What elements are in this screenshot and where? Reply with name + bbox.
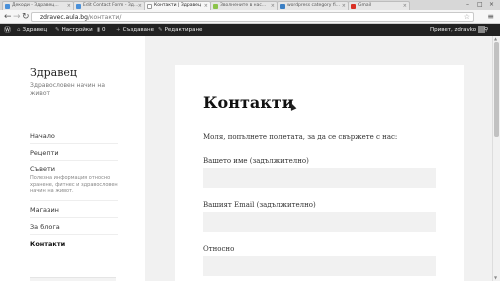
admin-bar-customize-label: Настройки <box>61 27 93 33</box>
star-icon[interactable]: ☆ <box>464 13 470 21</box>
maximize-icon[interactable]: □ <box>477 1 483 8</box>
browser-tab[interactable]: Декоди - Здравец... × <box>2 1 74 10</box>
site-favicon-icon <box>76 3 81 9</box>
site-title[interactable]: Здравец <box>30 66 77 79</box>
gmail-favicon-icon <box>351 3 356 9</box>
admin-bar-edit[interactable]: ✎ Редактиране <box>158 24 202 36</box>
site-favicon-icon <box>5 3 10 9</box>
admin-bar-account[interactable]: Привет, zdravko <box>430 24 486 36</box>
email-field-label: Вашият Email (задължително) <box>203 201 316 209</box>
plus-icon: + <box>116 27 121 33</box>
admin-bar-site[interactable]: ⌂ Здравец <box>17 24 47 36</box>
browser-tab-active[interactable]: Контакти | Здравец × <box>144 1 211 10</box>
comment-icon: ▮ <box>97 27 101 33</box>
tab-label: Edit Contact Form - Зд... <box>83 3 139 8</box>
tab-label: Контакти | Здравец <box>154 3 202 8</box>
scroll-up-arrow-icon[interactable]: ▲ <box>494 36 497 41</box>
email-field[interactable] <box>203 212 436 232</box>
admin-bar-site-label: Здравец <box>22 27 48 33</box>
nav-item-about[interactable]: За блога <box>30 223 60 231</box>
nav-divider <box>30 200 118 201</box>
home-icon: ⌂ <box>17 27 21 33</box>
page-area: Здравец Здравословен начин на живот Нача… <box>0 36 492 281</box>
subject-field[interactable] <box>203 256 436 276</box>
browser-tab[interactable]: Gmail × <box>348 1 410 10</box>
sidebar: Здравец Здравословен начин на живот Нача… <box>0 36 145 281</box>
site-description: Здравословен начин на живот <box>30 82 106 97</box>
scroll-down-arrow-icon[interactable]: ▼ <box>494 275 497 280</box>
browser-tab[interactable]: Зволнените в нас... × <box>210 1 278 10</box>
browser-tab[interactable]: wordpress category fi... × <box>277 1 349 10</box>
admin-bar-comments[interactable]: ▮ 0 <box>97 24 106 36</box>
nav-item-tips[interactable]: Съвети <box>30 165 55 173</box>
tab-close-icon[interactable]: × <box>138 2 142 10</box>
nav-divider <box>30 217 118 218</box>
site-favicon-icon <box>213 3 218 9</box>
admin-bar-greeting: Привет, zdravko <box>430 27 477 33</box>
address-url: zdravec.aula.bg/контакти/ <box>40 14 121 22</box>
tab-close-icon[interactable]: × <box>204 2 208 10</box>
admin-bar-edit-label: Редактиране <box>164 27 203 33</box>
wp-admin-bar: Ⓦ ⌂ Здравец ✎ Настройки ▮ 0 + Създаване ✎ Ред… <box>0 24 500 36</box>
wordpress-logo-icon[interactable]: Ⓦ <box>4 24 11 36</box>
forward-arrow-icon[interactable]: → <box>13 12 21 22</box>
nav-item-recipes[interactable]: Рецепти <box>30 149 59 157</box>
tab-label: Декоди - Здравец... <box>12 3 59 8</box>
browser-tab[interactable]: Edit Contact Form - Зд... × <box>73 1 145 10</box>
subject-field-label: Относно <box>203 245 235 253</box>
nav-item-home[interactable]: Начало <box>30 132 55 140</box>
scrollbar-thumb[interactable] <box>494 42 499 137</box>
name-field[interactable] <box>203 168 436 188</box>
tab-label: Зволнените в нас... <box>220 3 267 8</box>
form-intro: Моля, попълнете полетата, за да се свърж… <box>203 133 398 141</box>
browser-tab-strip: Декоди - Здравец... × Edit Contact Form … <box>0 0 500 10</box>
admin-bar-comments-count: 0 <box>102 27 106 33</box>
tab-close-icon[interactable]: × <box>67 2 71 10</box>
back-arrow-icon[interactable]: ← <box>4 12 12 22</box>
url-path: /контакти/ <box>87 14 122 21</box>
url-domain: zdravec.aula.bg <box>40 14 88 21</box>
nav-item-contacts[interactable]: Контакти <box>30 240 65 248</box>
admin-bar-new-label: Създаване <box>122 27 155 33</box>
hamburger-menu-icon[interactable]: ≡ <box>487 13 494 21</box>
nav-divider <box>30 143 118 144</box>
sidebar-widget <box>30 277 116 281</box>
page-favicon-icon <box>147 3 152 9</box>
admin-bar-customize[interactable]: ✎ Настройки <box>55 24 93 36</box>
nav-divider <box>30 234 118 235</box>
brush-icon: ✎ <box>55 27 60 33</box>
page-title: Контакти <box>203 93 294 112</box>
close-window-icon[interactable]: × <box>489 1 494 8</box>
nav-item-shop[interactable]: Магазин <box>30 206 59 214</box>
name-field-label: Вашето име (задължително) <box>203 157 309 165</box>
tab-close-icon[interactable]: × <box>342 2 346 10</box>
admin-bar-new[interactable]: + Създаване <box>116 24 154 36</box>
nav-item-tips-description: Полезна информация относно хранене, фитн… <box>30 175 118 194</box>
search-icon[interactable]: ⚲ <box>484 24 488 36</box>
nav-divider <box>30 160 118 161</box>
site-favicon-icon <box>280 3 285 9</box>
tab-close-icon[interactable]: × <box>403 2 407 10</box>
minimize-icon[interactable]: – <box>466 1 469 8</box>
tab-label: wordpress category fi... <box>287 3 341 8</box>
content-card: Контакти Моля, попълнете полетата, за да… <box>175 65 464 281</box>
tab-label: Gmail <box>358 3 372 8</box>
browser-toolbar: ← → ↻ zdravec.aula.bg/контакти/ ☆ ≡ <box>0 10 500 24</box>
pencil-icon: ✎ <box>158 27 163 33</box>
address-bar[interactable]: zdravec.aula.bg/контакти/ ☆ <box>31 12 474 22</box>
tab-close-icon[interactable]: × <box>271 2 275 10</box>
reload-icon[interactable]: ↻ <box>22 12 30 22</box>
page-scrollbar[interactable]: ▲ ▼ <box>492 36 500 281</box>
